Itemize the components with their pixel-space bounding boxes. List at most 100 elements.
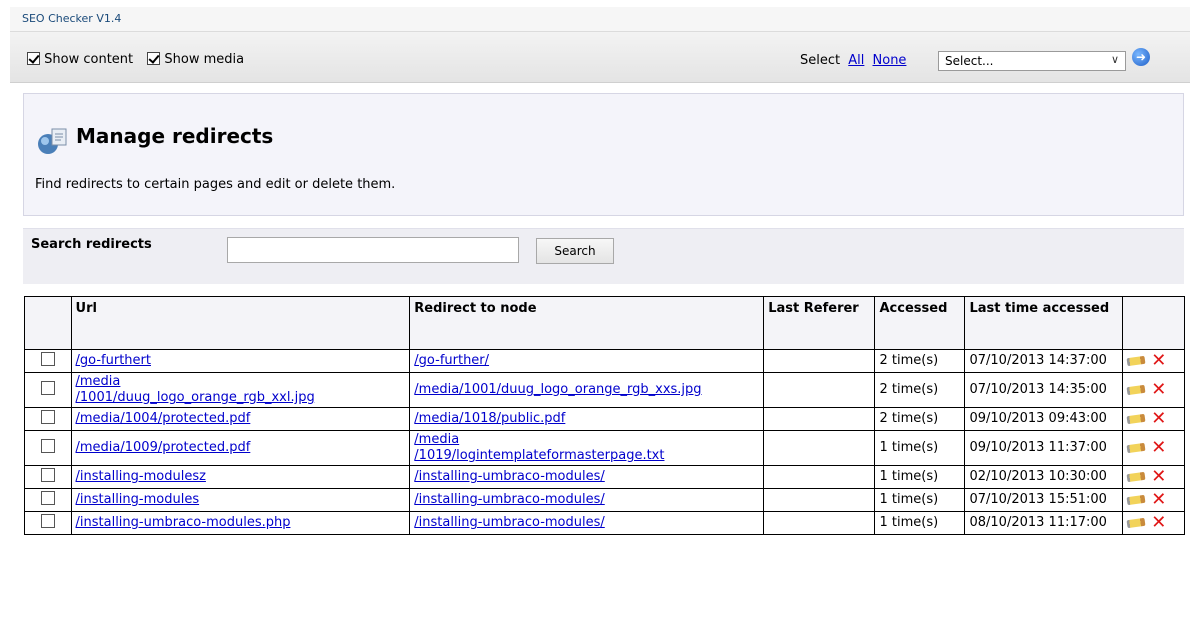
go-arrow-icon[interactable]: ➜: [1132, 48, 1150, 66]
last-accessed-cell: 02/10/2013 10:30:00: [964, 465, 1124, 489]
header-last-time: Last time accessed: [964, 296, 1124, 350]
redirect-cell: /media/1001/duug_logo_orange_rgb_xxs.jpg: [409, 372, 765, 408]
redirect-link[interactable]: /installing-umbraco-modules/: [414, 515, 604, 530]
table-row: /media/1009/protected.pdf/media /1019/lo…: [24, 430, 1185, 466]
last-accessed-cell: 09/10/2013 09:43:00: [964, 407, 1124, 431]
show-content-checkbox[interactable]: [27, 52, 40, 65]
actions-cell: ✕: [1122, 349, 1185, 373]
select-controls: Select All None: [800, 53, 906, 68]
delete-x-icon[interactable]: ✕: [1151, 466, 1166, 487]
app-title-bar: SEO Checker V1.4: [10, 7, 1190, 32]
table-header-row: Url Redirect to node Last Referer Access…: [24, 296, 1185, 350]
select-label: Select: [800, 53, 841, 68]
table-row: /installing-modulesz/installing-umbraco-…: [24, 465, 1185, 489]
url-link[interactable]: /media /1001/duug_logo_orange_rgb_xxl.jp…: [76, 374, 315, 405]
last-accessed-cell: 07/10/2013 15:51:00: [964, 488, 1124, 512]
last-accessed-cell: 07/10/2013 14:37:00: [964, 349, 1124, 373]
url-cell: /installing-umbraco-modules.php: [70, 511, 411, 535]
header-redirect: Redirect to node: [409, 296, 765, 350]
accessed-cell: 2 time(s): [874, 349, 966, 373]
referer-cell: [763, 430, 876, 466]
row-checkbox[interactable]: [40, 438, 55, 453]
referer-cell: [763, 372, 876, 408]
header-actions: [1122, 296, 1185, 350]
accessed-cell: 1 time(s): [874, 488, 966, 512]
show-media-checkbox[interactable]: [147, 52, 161, 65]
actions-cell: ✕: [1122, 430, 1185, 466]
url-link[interactable]: /installing-umbraco-modules.php: [76, 515, 291, 530]
app-title: SEO Checker V1.4: [22, 12, 122, 25]
row-select-cell: [24, 488, 72, 512]
page-description: Find redirects to certain pages and edit…: [35, 177, 396, 192]
delete-x-icon[interactable]: ✕: [1151, 379, 1166, 400]
redirect-cell: /media/1018/public.pdf: [409, 407, 765, 431]
redirect-link[interactable]: /media/1001/duug_logo_orange_rgb_xxs.jpg: [414, 382, 701, 397]
url-cell: /installing-modulesz: [70, 465, 411, 489]
search-button[interactable]: Search: [536, 238, 614, 264]
show-content-option[interactable]: Show content: [27, 52, 137, 67]
table-row: /media/1004/protected.pdf/media/1018/pub…: [24, 407, 1185, 431]
row-select-cell: [24, 372, 72, 408]
edit-pencil-icon[interactable]: [1126, 355, 1146, 366]
edit-pencil-icon[interactable]: [1126, 494, 1146, 505]
redirect-cell: /installing-umbraco-modules/: [409, 465, 765, 489]
last-accessed-cell: 07/10/2013 14:35:00: [964, 372, 1124, 408]
referer-cell: [763, 465, 876, 489]
url-cell: /media/1004/protected.pdf: [70, 407, 411, 431]
search-input[interactable]: [227, 237, 519, 263]
show-media-label: Show media: [164, 52, 245, 67]
filter-options: Show content Show media: [27, 52, 254, 67]
row-checkbox[interactable]: [40, 409, 55, 424]
row-checkbox[interactable]: [40, 380, 55, 395]
edit-pencil-icon[interactable]: [1126, 517, 1146, 528]
redirect-link[interactable]: /media /1019/logintemplateformasterpage.…: [414, 432, 664, 463]
edit-pencil-icon[interactable]: [1126, 442, 1146, 453]
show-media-option[interactable]: Show media: [147, 52, 244, 67]
select-none-link[interactable]: None: [873, 53, 907, 68]
row-checkbox[interactable]: [40, 513, 55, 528]
row-select-cell: [24, 511, 72, 535]
referer-cell: [763, 407, 876, 431]
table-row: /installing-umbraco-modules.php/installi…: [24, 511, 1185, 535]
header-select: [24, 296, 72, 350]
actions-cell: ✕: [1122, 372, 1185, 408]
redirect-link[interactable]: /media/1018/public.pdf: [414, 411, 565, 426]
page-header: Manage redirects Find redirects to certa…: [23, 93, 1184, 216]
referer-cell: [763, 488, 876, 512]
redirect-link[interactable]: /installing-umbraco-modules/: [414, 492, 604, 507]
accessed-cell: 2 time(s): [874, 407, 966, 431]
table-row: /media /1001/duug_logo_orange_rgb_xxl.jp…: [24, 372, 1185, 408]
row-checkbox[interactable]: [40, 351, 55, 366]
url-link[interactable]: /installing-modulesz: [76, 469, 206, 484]
search-label: Search redirects: [31, 237, 152, 252]
edit-pencil-icon[interactable]: [1126, 384, 1146, 395]
table-row: /go-furthert/go-further/2 time(s) 07/10/2…: [24, 349, 1185, 373]
actions-cell: ✕: [1122, 488, 1185, 512]
url-link[interactable]: /media/1009/protected.pdf: [76, 440, 251, 455]
url-cell: /go-furthert: [70, 349, 411, 373]
search-panel: Search redirects Search: [23, 228, 1184, 284]
actions-cell: ✕: [1122, 511, 1185, 535]
row-checkbox[interactable]: [40, 490, 55, 505]
redirect-link[interactable]: /go-further/: [414, 353, 489, 368]
url-link[interactable]: /installing-modules: [76, 492, 200, 507]
delete-x-icon[interactable]: ✕: [1151, 408, 1166, 429]
edit-pencil-icon[interactable]: [1126, 471, 1146, 482]
header-accessed: Accessed: [874, 296, 966, 350]
bulk-action-select[interactable]: Select... ∨: [938, 51, 1126, 71]
redirect-link[interactable]: /installing-umbraco-modules/: [414, 469, 604, 484]
edit-pencil-icon[interactable]: [1126, 413, 1146, 424]
url-cell: /media/1009/protected.pdf: [70, 430, 411, 466]
header-url: Url: [70, 296, 411, 350]
delete-x-icon[interactable]: ✕: [1151, 489, 1166, 510]
delete-x-icon[interactable]: ✕: [1151, 437, 1166, 458]
page-title: Manage redirects: [76, 124, 274, 148]
header-referer: Last Referer: [763, 296, 876, 350]
row-checkbox[interactable]: [40, 467, 55, 482]
url-link[interactable]: /go-furthert: [76, 353, 151, 368]
delete-x-icon[interactable]: ✕: [1151, 350, 1166, 371]
accessed-cell: 1 time(s): [874, 465, 966, 489]
url-link[interactable]: /media/1004/protected.pdf: [76, 411, 251, 426]
select-all-link[interactable]: All: [848, 53, 864, 68]
delete-x-icon[interactable]: ✕: [1151, 512, 1166, 533]
